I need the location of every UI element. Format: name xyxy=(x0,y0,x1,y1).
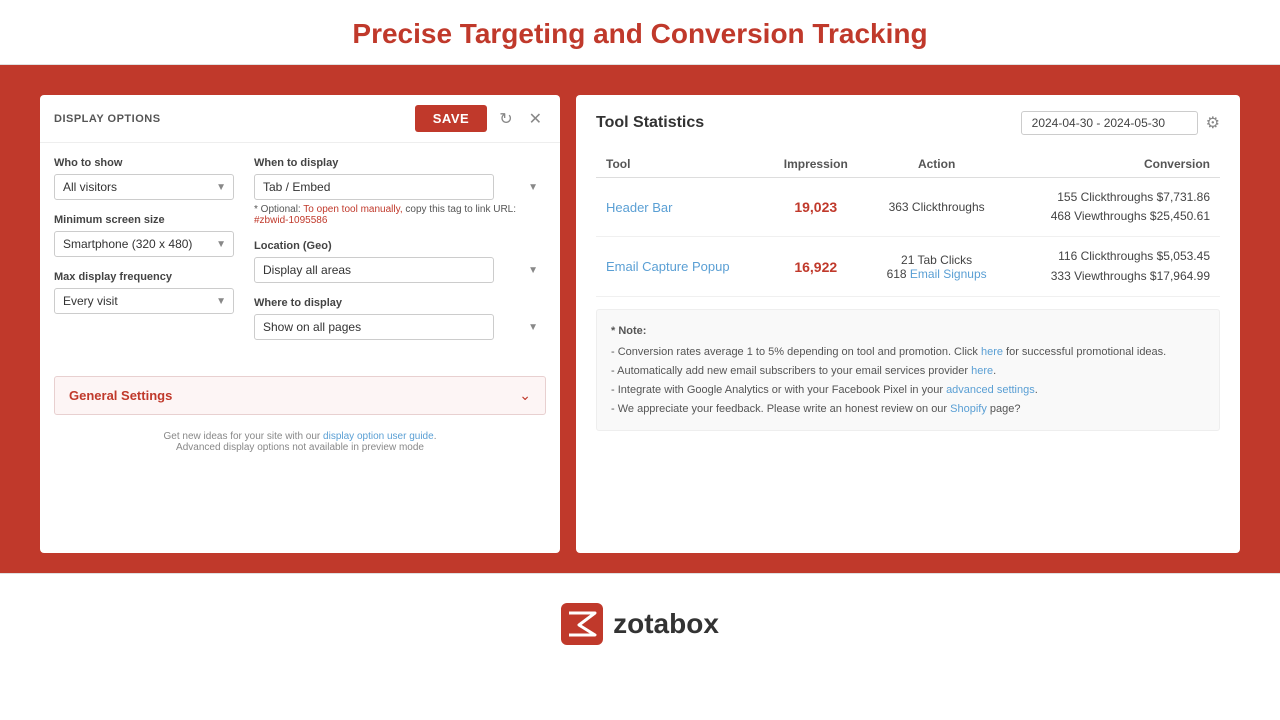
action-cell: 21 Tab Clicks 618 Email Signups xyxy=(866,237,1008,296)
impression-value: 16,922 xyxy=(794,259,837,275)
stats-title: Tool Statistics xyxy=(596,114,704,132)
footer-guide-text: Get new ideas for your site with our dis… xyxy=(54,431,546,442)
conversion-value: 116 Clickthroughs $5,053.45 333 Viewthro… xyxy=(1018,247,1210,285)
who-to-show-select[interactable]: All visitors New visitors Returning visi… xyxy=(54,174,234,200)
left-column: Who to show All visitors New visitors Re… xyxy=(54,157,234,354)
conversion-line2: 333 Viewthroughs $17,964.99 xyxy=(1018,267,1210,286)
panel-body: Who to show All visitors New visitors Re… xyxy=(40,143,560,368)
advanced-settings-link[interactable]: advanced settings xyxy=(946,384,1035,396)
conversion-line1: 155 Clickthroughs $7,731.86 xyxy=(1018,188,1210,207)
notes-section: * Note: - Conversion rates average 1 to … xyxy=(596,309,1220,431)
shopify-link[interactable]: Shopify xyxy=(950,403,987,415)
min-screen-label: Minimum screen size xyxy=(54,214,234,226)
where-to-display-arrow-icon: ▼ xyxy=(528,322,538,333)
optional-text: * Optional: xyxy=(254,204,303,215)
action-line1: 21 Tab Clicks xyxy=(876,253,998,267)
right-column: When to display Tab / Embed Popup Slide-… xyxy=(254,157,546,354)
page-footer: zotabox xyxy=(0,573,1280,673)
table-row: Email Capture Popup 16,922 21 Tab Clicks… xyxy=(596,237,1220,296)
min-screen-select[interactable]: Smartphone (320 x 480) Tablet (768 x 102… xyxy=(54,231,234,257)
where-to-display-select[interactable]: Show on all pages Homepage only Specific… xyxy=(254,314,494,340)
impression-cell: 19,023 xyxy=(766,178,866,237)
general-settings-bar: General Settings ⌄ xyxy=(54,376,546,415)
general-settings-label: General Settings xyxy=(69,388,172,403)
stats-panel: Tool Statistics ⚙ Tool Impression Action… xyxy=(576,95,1240,553)
max-frequency-label: Max display frequency xyxy=(54,271,234,283)
who-to-show-label: Who to show xyxy=(54,157,234,169)
optional-note: * Optional: To open tool manually, copy … xyxy=(254,204,546,226)
save-button[interactable]: SAVE xyxy=(415,105,487,132)
col-action: Action xyxy=(866,151,1008,178)
stats-table: Tool Impression Action Conversion Header… xyxy=(596,151,1220,297)
when-to-display-group: When to display Tab / Embed Popup Slide-… xyxy=(254,157,546,226)
location-geo-select[interactable]: Display all areas US only EU only xyxy=(254,257,494,283)
note-line3: - Integrate with Google Analytics or wit… xyxy=(611,381,1205,400)
note-title: * Note: xyxy=(611,322,1205,341)
max-frequency-select[interactable]: Every visit Once per day Once per week xyxy=(54,288,234,314)
zotabox-brand-name: zotabox xyxy=(613,608,719,640)
gear-button[interactable]: ⚙ xyxy=(1206,113,1220,133)
tool-name-cell: Email Capture Popup xyxy=(596,237,766,296)
close-button[interactable]: ✕ xyxy=(525,107,546,131)
col-conversion: Conversion xyxy=(1008,151,1220,178)
main-area: DISPLAY OPTIONS SAVE ↻ ✕ Who to show All… xyxy=(0,65,1280,573)
chevron-down-icon: ⌄ xyxy=(519,387,531,404)
impression-cell: 16,922 xyxy=(766,237,866,296)
conversion-line2: 468 Viewthroughs $25,450.61 xyxy=(1018,207,1210,226)
stats-date-range: ⚙ xyxy=(1021,111,1220,135)
email-signups-link[interactable]: Email Signups xyxy=(910,267,987,281)
table-header-row: Tool Impression Action Conversion xyxy=(596,151,1220,178)
conversion-cell: 155 Clickthroughs $7,731.86 468 Viewthro… xyxy=(1008,178,1220,237)
note-line1: - Conversion rates average 1 to 5% depen… xyxy=(611,343,1205,362)
col-impression: Impression xyxy=(766,151,866,178)
note-line4: - We appreciate your feedback. Please wr… xyxy=(611,400,1205,419)
header-actions: SAVE ↻ ✕ xyxy=(415,105,546,132)
panel-footer: Get new ideas for your site with our dis… xyxy=(40,423,560,457)
display-option-user-guide-link[interactable]: display option user guide xyxy=(323,431,434,442)
optional-hash: #zbwid-1095586 xyxy=(254,215,327,226)
location-geo-arrow-icon: ▼ xyxy=(528,265,538,276)
panel-header: DISPLAY OPTIONS SAVE ↻ ✕ xyxy=(40,95,560,143)
min-screen-group: Minimum screen size Smartphone (320 x 48… xyxy=(54,214,234,257)
where-to-display-group: Where to display Show on all pages Homep… xyxy=(254,297,546,340)
page-header: Precise Targeting and Conversion Trackin… xyxy=(0,0,1280,65)
zotabox-z-icon xyxy=(561,603,603,645)
here-link-1[interactable]: here xyxy=(981,346,1003,358)
max-frequency-group: Max display frequency Every visit Once p… xyxy=(54,271,234,314)
table-row: Header Bar 19,023 363 Clickthroughs 155 … xyxy=(596,178,1220,237)
conversion-value: 155 Clickthroughs $7,731.86 468 Viewthro… xyxy=(1018,188,1210,226)
location-geo-group: Location (Geo) Display all areas US only… xyxy=(254,240,546,283)
footer-preview-note: Advanced display options not available i… xyxy=(54,442,546,453)
location-geo-label: Location (Geo) xyxy=(254,240,546,252)
who-to-show-group: Who to show All visitors New visitors Re… xyxy=(54,157,234,200)
stats-header: Tool Statistics ⚙ xyxy=(596,111,1220,135)
when-to-display-label: When to display xyxy=(254,157,546,169)
zotabox-logo: zotabox xyxy=(561,603,719,645)
conversion-line1: 116 Clickthroughs $5,053.45 xyxy=(1018,247,1210,266)
optional-rest: copy this tag to link URL: xyxy=(405,204,516,215)
conversion-cell: 116 Clickthroughs $5,053.45 333 Viewthro… xyxy=(1008,237,1220,296)
general-settings-toggle[interactable]: General Settings ⌄ xyxy=(55,377,545,414)
display-options-panel: DISPLAY OPTIONS SAVE ↻ ✕ Who to show All… xyxy=(40,95,560,553)
here-link-2[interactable]: here xyxy=(971,365,993,377)
when-to-display-select[interactable]: Tab / Embed Popup Slide-in xyxy=(254,174,494,200)
col-tool: Tool xyxy=(596,151,766,178)
open-tool-link[interactable]: To open tool manually, xyxy=(303,204,402,215)
where-to-display-label: Where to display xyxy=(254,297,546,309)
email-capture-link[interactable]: Email Capture Popup xyxy=(606,259,730,274)
action-cell: 363 Clickthroughs xyxy=(866,178,1008,237)
when-to-display-arrow-icon: ▼ xyxy=(528,182,538,193)
tool-name-cell: Header Bar xyxy=(596,178,766,237)
header-bar-link[interactable]: Header Bar xyxy=(606,200,672,215)
panel-title: DISPLAY OPTIONS xyxy=(54,113,161,125)
page-title: Precise Targeting and Conversion Trackin… xyxy=(0,18,1280,50)
refresh-button[interactable]: ↻ xyxy=(495,107,516,131)
impression-value: 19,023 xyxy=(794,199,837,215)
note-line2: - Automatically add new email subscriber… xyxy=(611,362,1205,381)
action-line2: 618 Email Signups xyxy=(876,267,998,281)
date-range-input[interactable] xyxy=(1021,111,1198,135)
